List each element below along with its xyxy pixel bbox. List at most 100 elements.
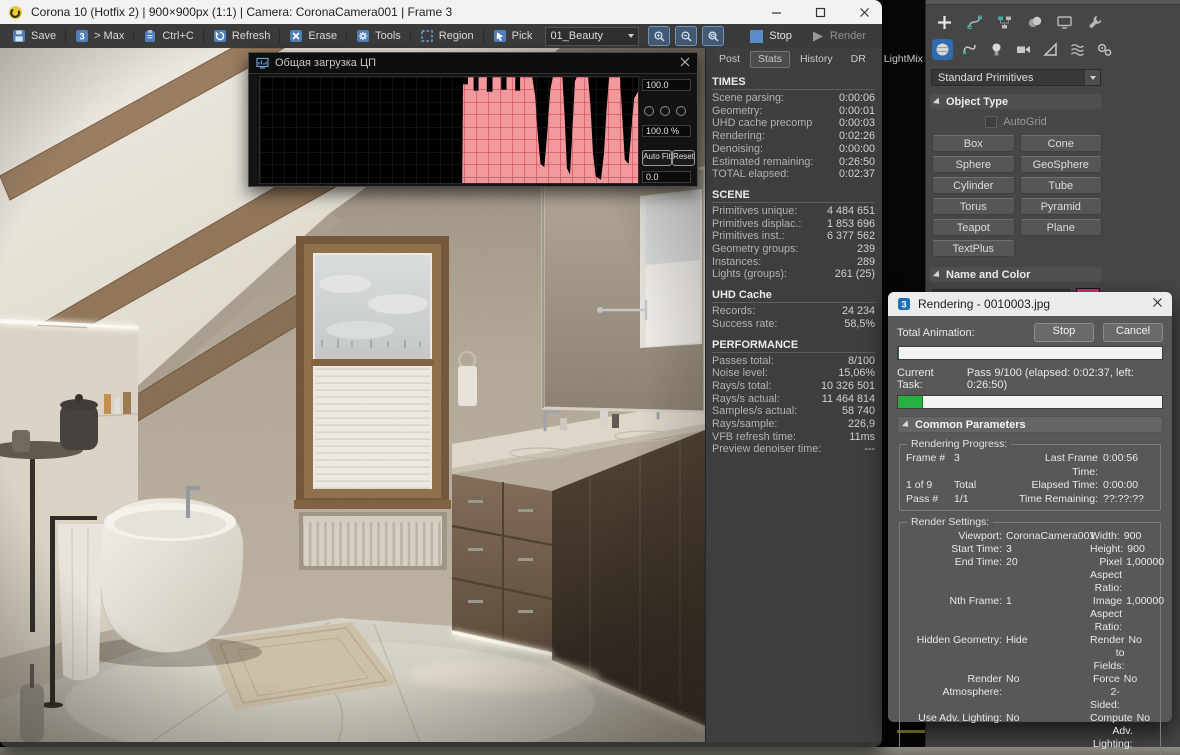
cpu-radio-buttons [644, 106, 686, 116]
primitive-button[interactable]: Torus [932, 198, 1015, 215]
reset-button[interactable]: Reset [672, 150, 695, 166]
modify-tab-icon[interactable] [964, 12, 985, 33]
refresh-button[interactable]: Refresh [207, 26, 277, 46]
vfb-title-bar[interactable]: Corona 10 (Hotfix 2) | 900×900px (1:1) |… [0, 0, 882, 24]
zoom-in-button[interactable] [648, 26, 671, 46]
hierarchy-tab-icon[interactable] [994, 12, 1015, 33]
vfb-tab[interactable]: Post [711, 51, 748, 68]
stats-uhd-title: UHD Cache [712, 289, 875, 304]
render-element-select[interactable]: 01_Beauty [545, 26, 640, 46]
refresh-icon [213, 30, 226, 42]
common-parameters-title: Common Parameters [915, 418, 1026, 431]
zoom-out-button[interactable] [675, 26, 698, 46]
stat-row: Geometry: 0:00:01 [712, 104, 875, 117]
cpu-radio-3[interactable] [676, 106, 686, 116]
autogrid-label: AutoGrid [1003, 116, 1047, 128]
stat-row: Denoising: 0:00:00 [712, 142, 875, 155]
primitive-category-select[interactable]: Standard Primitives [931, 69, 1101, 86]
vfb-window-title: Corona 10 (Hotfix 2) | 900×900px (1:1) |… [31, 5, 453, 19]
primitive-button[interactable]: TextPlus [932, 240, 1015, 257]
cpu-min-value-field[interactable]: 0.0 [642, 171, 691, 183]
object-type-rollout[interactable]: Object Type [930, 94, 1102, 109]
auto-fit-button[interactable]: Auto Fit [642, 150, 672, 166]
cpu-load-graph[interactable] [259, 76, 639, 184]
primitive-button[interactable]: Teapot [932, 219, 1015, 236]
pick-button[interactable]: Pick [487, 26, 539, 46]
cpu-radio-1[interactable] [644, 106, 654, 116]
primitive-button[interactable]: GeoSphere [1019, 156, 1102, 173]
render-play-icon [812, 31, 823, 41]
minimize-button[interactable] [758, 0, 794, 24]
name-and-color-rollout[interactable]: Name and Color [930, 267, 1102, 282]
stat-row: Geometry groups: 239 [712, 243, 875, 256]
primitive-button[interactable]: Cone [1019, 135, 1102, 152]
systems-category-icon[interactable] [1094, 39, 1115, 60]
stat-row: TOTAL elapsed: 0:02:37 [712, 168, 875, 181]
close-button[interactable] [846, 0, 882, 24]
lights-category-icon[interactable] [986, 39, 1007, 60]
motion-tab-icon[interactable] [1024, 12, 1045, 33]
region-button[interactable]: Region [414, 26, 480, 46]
progress-row: Frame #3 Last Frame Time: 0:00:56 [906, 452, 1139, 478]
stat-row: Preview denoiser time: --- [712, 443, 875, 456]
render-setting-row: Use Adv. Lighting: No Compute Adv. Lightin… [918, 712, 1151, 750]
space-warps-category-icon[interactable] [1067, 39, 1088, 60]
primitive-button[interactable]: Box [932, 135, 1015, 152]
cpu-max-value-field[interactable]: 100.0 [642, 79, 691, 91]
stats-performance-title: PERFORMANCE [712, 339, 875, 353]
cpu-scale-field[interactable]: 100.0 % [642, 125, 691, 137]
3dsmax-icon: 3 [76, 30, 89, 43]
primitive-button[interactable]: Plane [1019, 219, 1102, 236]
create-tab-icon[interactable] [934, 12, 955, 33]
primitive-button[interactable]: Tube [1019, 177, 1102, 194]
corona-logo-icon [9, 5, 22, 19]
maximize-button[interactable] [802, 0, 838, 24]
primitive-button[interactable]: Pyramid [1019, 198, 1102, 215]
autogrid-checkbox[interactable] [985, 116, 998, 128]
rendering-dialog-close-button[interactable] [1152, 297, 1163, 311]
rendering-dialog-title-bar[interactable]: 3 Rendering - 0010003.jpg [888, 292, 1172, 316]
dialog-cancel-button[interactable]: Cancel [1103, 323, 1163, 342]
render-setting-row: Nth Frame: 1 Image Aspect Ratio: 1,00000 [949, 595, 1165, 633]
stat-row: Passes total: 8/100 [712, 354, 875, 367]
render-button[interactable]: Render [803, 30, 874, 43]
primitive-button[interactable]: Sphere [932, 156, 1015, 173]
vfb-tab[interactable]: LightMix [876, 51, 931, 68]
stats-section-performance: PERFORMANCE Passes total: 8/100 Noise leve… [712, 339, 875, 457]
shapes-category-icon[interactable] [959, 39, 980, 60]
vfb-tab[interactable]: Stats [750, 51, 790, 68]
to-max-button[interactable]: 3 > Max [69, 26, 130, 46]
common-parameters-rollout[interactable]: Common Parameters [897, 416, 1163, 433]
helpers-category-icon[interactable] [1040, 39, 1061, 60]
dropdown-arrow-icon [1085, 70, 1100, 85]
display-tab-icon[interactable] [1054, 12, 1075, 33]
stat-row: Primitives unique: 4 484 651 [712, 204, 875, 217]
cpu-close-button[interactable] [680, 57, 690, 70]
command-panel-tabs [926, 5, 1180, 36]
progress-row: Pass #1/1 Time Remaining:??:??:?? [906, 492, 1144, 505]
zoom-fit-button[interactable] [702, 26, 725, 46]
primitive-button[interactable]: Cylinder [932, 177, 1015, 194]
dialog-stop-button[interactable]: Stop [1034, 323, 1094, 342]
vfb-tab[interactable]: History [792, 51, 841, 68]
cpu-window-title-bar[interactable]: Общая загрузка ЦП [249, 53, 697, 74]
erase-button[interactable]: Erase [283, 26, 343, 46]
rendering-dialog: 3 Rendering - 0010003.jpg Total Animatio… [888, 292, 1172, 755]
utilities-tab-icon[interactable] [1084, 12, 1105, 33]
render-setting-row: Viewport: CoronaCamera001 Width: 900 [958, 530, 1142, 542]
geometry-category-icon[interactable] [932, 39, 953, 60]
stat-row: Primitives inst.: 6 377 562 [712, 230, 875, 243]
tools-button[interactable]: Tools [350, 26, 407, 46]
save-icon [13, 30, 25, 42]
primitive-buttons: Box Cone Sphere GeoSphere Cylinder Tube Torus P… [932, 135, 1102, 257]
save-button[interactable]: Save [6, 26, 62, 46]
copy-button[interactable]: Ctrl+C [137, 26, 199, 46]
stop-render-button[interactable]: Stop [740, 29, 802, 43]
stat-row: Estimated remaining: 0:26:50 [712, 155, 875, 168]
cameras-category-icon[interactable] [1013, 39, 1034, 60]
vfb-tab[interactable]: DR [843, 51, 874, 68]
vfb-tabs: Post Stats History DR LightMix [711, 51, 923, 68]
cpu-radio-2[interactable] [660, 106, 670, 116]
stat-row: Instances: 289 [712, 255, 875, 268]
clipboard-icon [145, 30, 156, 42]
